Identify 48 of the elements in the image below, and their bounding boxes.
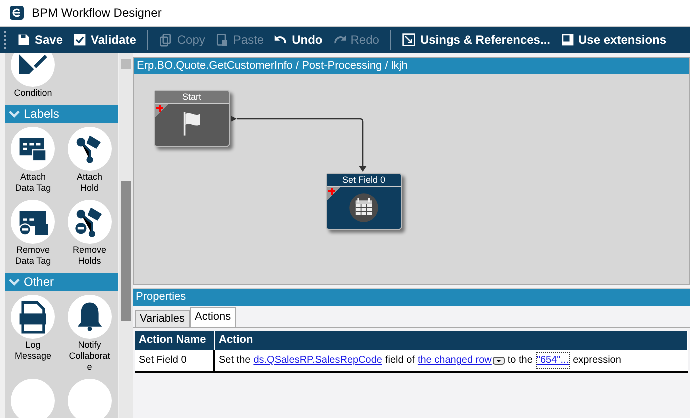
toolbar-button[interactable]: Use extensions [556, 29, 672, 51]
dropdown-icon [492, 356, 505, 364]
workflow-node[interactable]: Set Field 0 [326, 173, 402, 230]
chevron-icon [9, 108, 20, 120]
palette-tool[interactable]: Remove Data Tag [5, 200, 62, 267]
toolbar-button[interactable]: Validate [68, 29, 142, 51]
tab[interactable]: Actions [190, 307, 236, 327]
action-text: to the [508, 354, 533, 368]
breadcrumb: Erp.BO.Quote.GetCustomerInfo / Post-Processing / lkjh [134, 58, 689, 74]
palette-tool[interactable]: Remove Holds [62, 200, 118, 267]
plus-icon [327, 187, 341, 201]
toolbar-button[interactable]: Undo [269, 29, 328, 51]
paste-icon [215, 33, 230, 47]
palette-tool[interactable]: Condition [5, 53, 62, 99]
link[interactable]: "654"... [536, 352, 570, 369]
tag-network-minus-icon [68, 200, 112, 244]
section-header[interactable]: Labels [5, 105, 118, 123]
link[interactable]: the changed row [418, 353, 505, 368]
table-cell: Set Field 0 [135, 350, 215, 371]
palette-tool[interactable]: Notify Collaborate [62, 295, 118, 373]
action-text: Set the [219, 354, 251, 368]
link-box-icon [402, 33, 416, 47]
action-text: field of [385, 354, 415, 368]
section-header[interactable]: Other [5, 273, 118, 291]
action-text: expression [573, 354, 622, 368]
link[interactable]: ds.QSalesRP.SalesRepCode [254, 353, 382, 368]
window-icon [560, 33, 574, 47]
toolbar-button[interactable]: Save [12, 29, 68, 51]
palette-tool[interactable]: Log Message [5, 295, 62, 373]
copy-icon [159, 33, 174, 47]
panel-title: Properties [133, 289, 690, 306]
toolbar-button[interactable]: Usings & References... [397, 29, 556, 51]
plus-icon [155, 104, 169, 118]
document-icon [11, 295, 56, 339]
scrollbar[interactable] [119, 53, 133, 418]
palette-tool[interactable]: Attach Hold [62, 127, 118, 194]
bell-icon [68, 295, 112, 339]
chevron-icon [9, 276, 20, 288]
window-title: BPM Workflow Designer [32, 5, 162, 22]
save-icon [17, 33, 31, 47]
tab[interactable]: Variables [135, 310, 190, 327]
palette-tool[interactable]: Attach Data Tag [5, 127, 62, 194]
table-minus-icon [11, 200, 56, 244]
app-logo-icon [10, 6, 24, 20]
table-icon [11, 127, 56, 171]
tag-network-icon [68, 127, 112, 171]
checkbox-icon [73, 33, 88, 47]
workflow-node[interactable]: Start [154, 90, 230, 147]
